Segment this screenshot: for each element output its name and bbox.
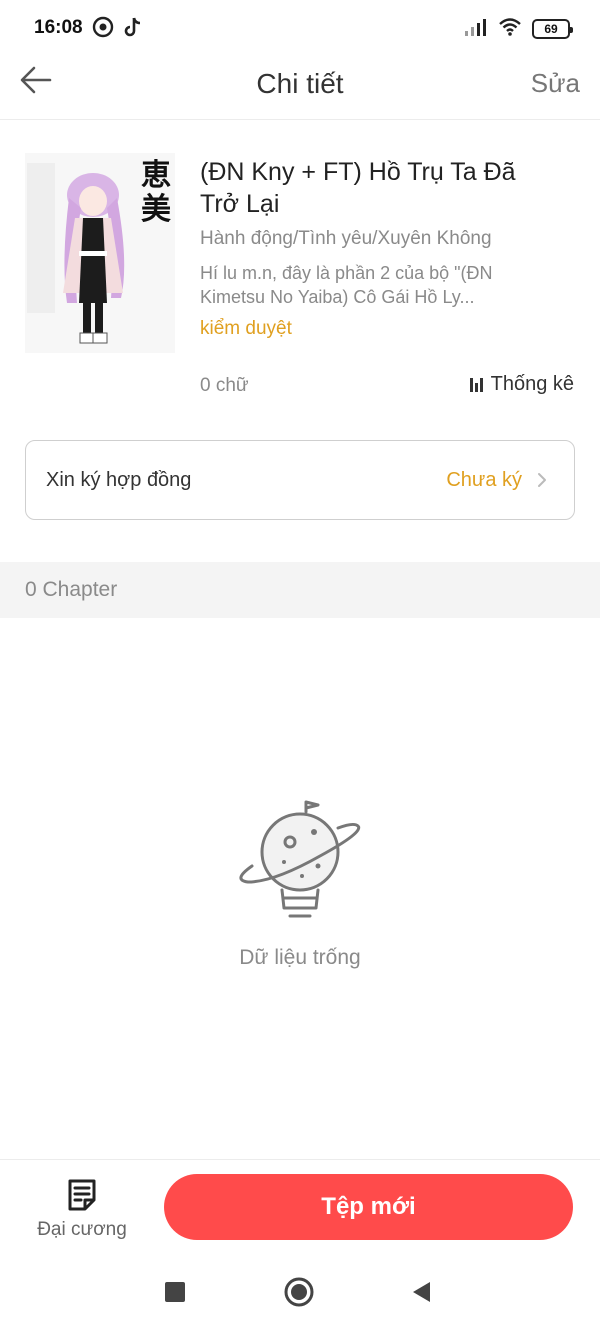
bar-chart-icon (469, 377, 483, 392)
book-title: (ĐN Kny + FT) Hồ Trụ Ta Đã Trở Lại (200, 158, 516, 218)
home-button[interactable] (282, 1277, 316, 1311)
word-count: 0 chữ (200, 375, 249, 396)
page-title: Chi tiết (256, 68, 344, 99)
square-icon (164, 1281, 186, 1308)
book-review-status: kiểm duyệt (200, 318, 292, 339)
chapter-count: 0 Chapter (25, 578, 118, 601)
document-icon (66, 1178, 98, 1212)
book-info: 恵美 (ĐN Kny + FT) Hồ Trụ Ta Đã Trở Lại Hà… (0, 120, 600, 420)
wifi-icon (498, 17, 522, 42)
header: Chi tiết Sửa (0, 58, 600, 120)
outline-button[interactable]: Đại cương (26, 1174, 138, 1244)
battery-level: 69 (544, 22, 558, 36)
edit-button[interactable]: Sửa (531, 68, 580, 99)
battery-icon: 69 (532, 19, 573, 39)
system-navigation-bar (0, 1253, 600, 1333)
empty-state-text: Dữ liệu trống (239, 946, 361, 969)
statistics-button[interactable]: Thống kê (469, 373, 574, 396)
status-time: 16:08 (34, 17, 83, 38)
bottom-toolbar: Đại cương Tệp mới (0, 1159, 600, 1253)
tiktok-icon (122, 16, 146, 40)
statistics-label: Thống kê (490, 373, 574, 395)
contract-row[interactable]: Xin ký hợp đồng Chưa ký (25, 440, 575, 520)
empty-planet-bulb-icon (234, 798, 366, 930)
new-file-button[interactable]: Tệp mới (164, 1174, 573, 1240)
back-system-button[interactable] (404, 1277, 438, 1311)
triangle-back-icon (410, 1280, 432, 1309)
outline-label: Đại cương (37, 1219, 127, 1240)
contract-status: Chưa ký (446, 469, 522, 491)
chapter-section-header: 0 Chapter (0, 562, 600, 618)
contract-label: Xin ký hợp đồng (46, 469, 192, 491)
book-description: Hí lu m.n, đây là phần 2 của bộ "(ĐN Kim… (200, 263, 493, 307)
chevron-right-icon (536, 471, 548, 489)
book-cover[interactable]: 恵美 (25, 153, 175, 353)
recents-button[interactable] (158, 1277, 192, 1311)
book-genre: Hành động/Tình yêu/Xuyên Không (200, 228, 492, 249)
home-circle-icon (283, 1276, 315, 1313)
signal-icon (464, 18, 488, 41)
cover-title-text: 恵美 (141, 158, 171, 227)
camera-app-icon (92, 16, 116, 40)
status-bar: 16:08 69 (0, 0, 600, 58)
